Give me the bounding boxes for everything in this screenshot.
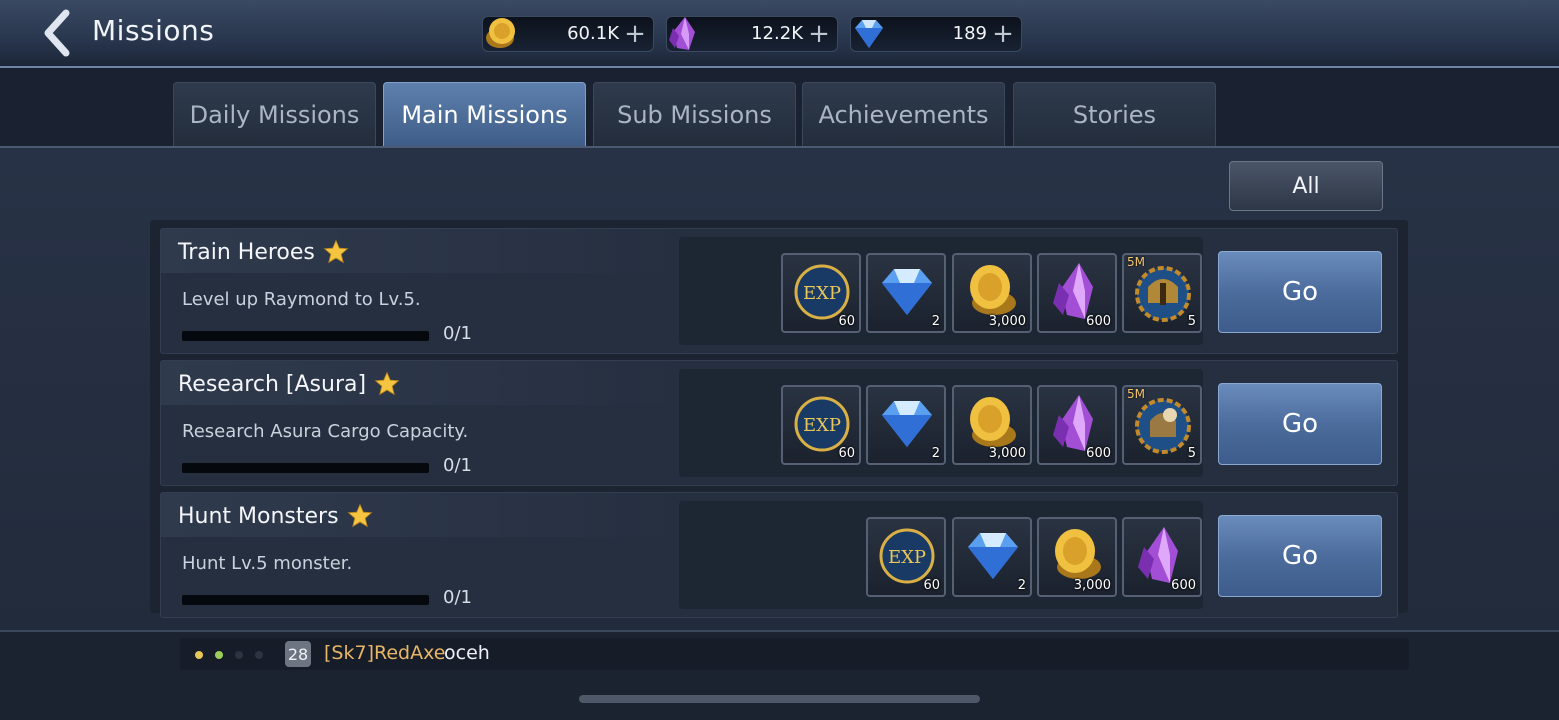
reward-diamond[interactable]: 2 bbox=[866, 385, 946, 465]
reward-count: 2 bbox=[931, 314, 940, 329]
reward-count: 600 bbox=[1171, 578, 1196, 593]
crystal-currency: 12.2K + bbox=[666, 16, 838, 52]
mission-title-wrap: Train Heroes bbox=[178, 239, 349, 265]
gold-value: 60.1K bbox=[567, 23, 619, 44]
filter-all-button[interactable]: All bbox=[1229, 161, 1383, 211]
mission-progress-value: 0/1 bbox=[443, 455, 472, 476]
reward-count: 60 bbox=[838, 314, 855, 329]
mission-progress-value: 0/1 bbox=[443, 587, 472, 608]
page-dot-active bbox=[195, 651, 203, 659]
diamond-value: 189 bbox=[952, 23, 987, 44]
mission-title-wrap: Research [Asura] bbox=[178, 371, 400, 397]
reward-tag: 5M bbox=[1127, 387, 1145, 401]
reward-crystal[interactable]: 600 bbox=[1037, 253, 1117, 333]
reward-speedup[interactable]: 5M 5 bbox=[1122, 385, 1202, 465]
mission-description: Level up Raymond to Lv.5. bbox=[182, 289, 421, 310]
go-button[interactable]: Go bbox=[1218, 251, 1382, 333]
diamond-icon bbox=[855, 20, 883, 48]
chat-level-badge: 28 bbox=[285, 641, 311, 667]
reward-crystal[interactable]: 600 bbox=[1122, 517, 1202, 597]
reward-count: 3,000 bbox=[1073, 578, 1111, 593]
reward-count: 60 bbox=[923, 578, 940, 593]
tab-daily-missions[interactable]: Daily Missions bbox=[173, 82, 376, 146]
back-arrow-icon bbox=[44, 9, 70, 57]
reward-count: 5 bbox=[1187, 314, 1196, 329]
reward-gold[interactable]: 3,000 bbox=[952, 385, 1032, 465]
mission-title: Research [Asura] bbox=[178, 371, 367, 397]
reward-diamond[interactable]: 2 bbox=[952, 517, 1032, 597]
home-indicator[interactable] bbox=[579, 695, 980, 703]
tab-achievements[interactable]: Achievements bbox=[802, 82, 1005, 146]
mission-title-wrap: Hunt Monsters bbox=[178, 503, 373, 529]
mission-title: Hunt Monsters bbox=[178, 503, 339, 529]
chat-message: oceh bbox=[444, 642, 490, 664]
diamond-icon bbox=[968, 533, 1018, 579]
mission-row: Research [Asura] Research Asura Cargo Ca… bbox=[160, 360, 1398, 486]
page-title: Missions bbox=[92, 14, 215, 47]
star-icon bbox=[323, 239, 349, 264]
gold-coin-icon bbox=[486, 18, 515, 48]
diamond-currency: 189 + bbox=[850, 16, 1022, 52]
reward-count: 2 bbox=[931, 446, 940, 461]
reward-exp[interactable]: EXP 60 bbox=[781, 253, 861, 333]
reward-tag: 5M bbox=[1127, 255, 1145, 269]
reward-count: 600 bbox=[1086, 446, 1111, 461]
chat-player-name[interactable]: [Sk7]RedAxe bbox=[324, 642, 445, 664]
reward-count: 3,000 bbox=[988, 314, 1026, 329]
gold-currency: 60.1K + bbox=[482, 16, 654, 52]
tab-main-missions[interactable]: Main Missions bbox=[383, 82, 586, 146]
reward-speedup[interactable]: 5M 5 bbox=[1122, 253, 1202, 333]
star-icon bbox=[347, 503, 373, 528]
mission-description: Research Asura Cargo Capacity. bbox=[182, 421, 469, 442]
page-dot bbox=[255, 651, 263, 659]
mission-row: Train Heroes Level up Raymond to Lv.5. 0… bbox=[160, 228, 1398, 354]
add-diamond-button[interactable]: + bbox=[991, 21, 1015, 47]
purple-crystal-icon bbox=[669, 17, 695, 50]
diamond-icon bbox=[882, 401, 932, 447]
mission-progress-bar bbox=[182, 331, 429, 341]
mission-progress-bar bbox=[182, 595, 429, 605]
reward-count: 600 bbox=[1086, 314, 1111, 329]
mission-progress-bar bbox=[182, 463, 429, 473]
page-dot bbox=[215, 651, 223, 659]
svg-text:EXP: EXP bbox=[888, 547, 926, 568]
add-crystal-button[interactable]: + bbox=[807, 21, 831, 47]
go-button[interactable]: Go bbox=[1218, 515, 1382, 597]
mission-description: Hunt Lv.5 monster. bbox=[182, 553, 353, 574]
page-dot bbox=[235, 651, 243, 659]
reward-gold[interactable]: 3,000 bbox=[952, 253, 1032, 333]
mission-progress-value: 0/1 bbox=[443, 323, 472, 344]
tab-stories[interactable]: Stories bbox=[1013, 82, 1216, 146]
svg-text:EXP: EXP bbox=[803, 283, 841, 304]
star-icon bbox=[374, 371, 400, 396]
reward-diamond[interactable]: 2 bbox=[866, 253, 946, 333]
reward-count: 60 bbox=[838, 446, 855, 461]
mission-row: Hunt Monsters Hunt Lv.5 monster. 0/1 EXP… bbox=[160, 492, 1398, 618]
reward-count: 3,000 bbox=[988, 446, 1026, 461]
crystal-value: 12.2K bbox=[751, 23, 803, 44]
mission-title: Train Heroes bbox=[178, 239, 315, 265]
go-button[interactable]: Go bbox=[1218, 383, 1382, 465]
top-bar: Missions 60.1K + 12.2K + 189 + bbox=[0, 0, 1559, 68]
reward-exp[interactable]: EXP 60 bbox=[781, 385, 861, 465]
back-button[interactable] bbox=[36, 8, 76, 58]
reward-crystal[interactable]: 600 bbox=[1037, 385, 1117, 465]
reward-gold[interactable]: 3,000 bbox=[1037, 517, 1117, 597]
diamond-icon bbox=[882, 269, 932, 315]
reward-exp[interactable]: EXP 60 bbox=[866, 517, 946, 597]
reward-count: 2 bbox=[1017, 578, 1026, 593]
svg-text:EXP: EXP bbox=[803, 415, 841, 436]
reward-count: 5 bbox=[1187, 446, 1196, 461]
add-gold-button[interactable]: + bbox=[623, 21, 647, 47]
tab-sub-missions[interactable]: Sub Missions bbox=[593, 82, 796, 146]
